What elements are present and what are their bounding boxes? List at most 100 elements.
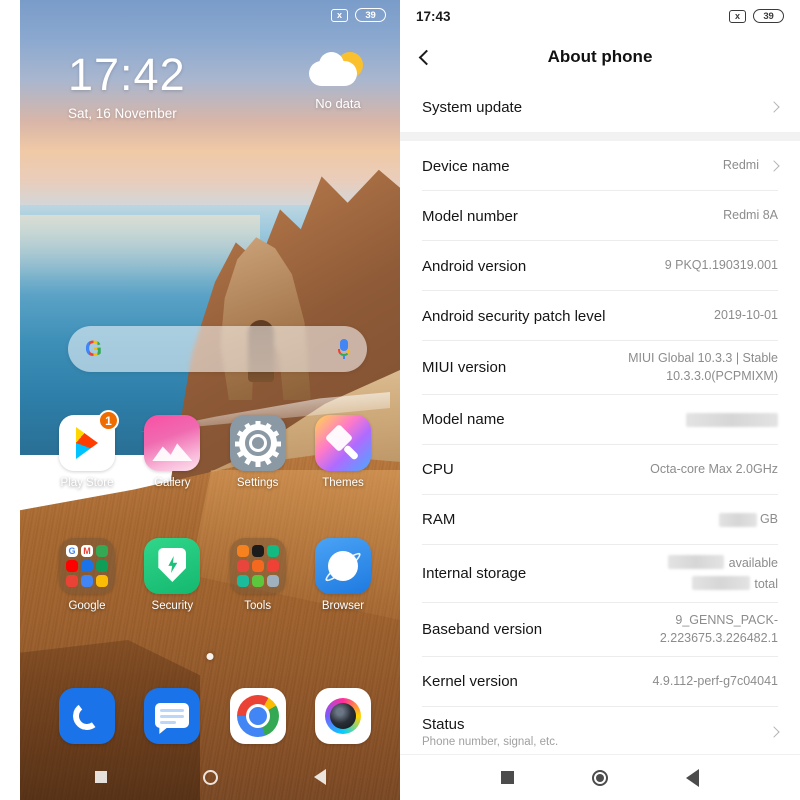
app-label: Themes (322, 477, 364, 489)
row-label: Internal storage (422, 565, 527, 583)
app-label: Google (68, 600, 106, 612)
row-system-update[interactable]: System update (400, 82, 800, 132)
row-value-total: total (754, 577, 778, 592)
google-search-bar[interactable]: G (68, 326, 367, 372)
page-indicator-dot[interactable] (206, 653, 214, 660)
row-status[interactable]: Status Phone number, signal, etc. (400, 707, 800, 757)
home-circle-icon[interactable] (592, 769, 608, 786)
tools-folder-icon (229, 538, 286, 594)
back-triangle-icon[interactable] (686, 768, 699, 787)
row-baseband-version[interactable]: Baseband version 9_GENNS_PACK- 2.223675.… (400, 603, 800, 657)
no-sim-glyph: x (336, 9, 342, 20)
app-label: Settings (236, 477, 279, 489)
screenshot-root: x 39 17:42 Sat, 16 November No data G 1 (0, 0, 800, 800)
no-sim-icon: x (331, 8, 348, 22)
left-navigation-bar (20, 760, 400, 794)
about-phone-list: System update Device name Redmi Model nu… (400, 82, 800, 757)
app-camera[interactable] (308, 688, 378, 744)
row-label: Status (422, 715, 465, 733)
app-themes[interactable]: Themes (308, 415, 378, 490)
row-label-kernel: Kernel version (422, 673, 518, 690)
app-dock (52, 688, 378, 744)
row-label: Baseband version (422, 621, 543, 639)
google-logo-icon: G (85, 336, 103, 361)
app-messages[interactable] (137, 688, 207, 744)
app-label: Play Store (60, 477, 114, 489)
row-label: CPU (422, 461, 454, 478)
row-value-unit: GB (759, 511, 778, 526)
app-security[interactable]: Security (137, 538, 207, 613)
app-browser[interactable]: Browser (308, 538, 378, 613)
lockscreen-clock: 17:42 Sat, 16 November (68, 52, 186, 121)
section-divider (400, 132, 800, 141)
app-chrome[interactable] (223, 688, 293, 744)
row-value: MIUI Global 10.3.3 | Stable 10.3.3.0(PCP… (628, 351, 778, 383)
microphone-icon[interactable] (338, 339, 350, 359)
row-internal-storage[interactable]: Internal storage available total (400, 545, 800, 603)
folder-google[interactable]: G M Google (52, 538, 122, 613)
row-label: Model name (422, 411, 505, 428)
back-button[interactable] (400, 32, 452, 82)
row-value: Redmi 8A (723, 208, 778, 223)
left-phone-home-screen: x 39 17:42 Sat, 16 November No data G 1 (20, 0, 400, 800)
row-label: RAM (422, 511, 456, 528)
chevron-right-icon (768, 160, 780, 172)
app-label: Tools (244, 600, 272, 612)
no-sim-glyph: x (734, 10, 740, 21)
folder-tools[interactable]: Tools (223, 538, 293, 613)
row-model-number[interactable]: Model number Redmi 8A (400, 191, 800, 241)
google-folder-icon: G M (59, 538, 115, 594)
app-label: Gallery (154, 477, 191, 489)
app-bar: About phone (400, 32, 800, 82)
no-sim-icon: x (729, 9, 746, 23)
recents-square-icon[interactable] (501, 771, 514, 784)
notification-badge: 1 (98, 410, 119, 431)
row-label: System update (422, 98, 523, 116)
right-navigation-bar (400, 754, 800, 800)
weather-widget[interactable]: No data (300, 52, 376, 111)
app-label: Security (151, 600, 194, 612)
row-security-patch[interactable]: Android security patch level 2019-10-01 (400, 291, 800, 341)
battery-indicator: 39 (753, 9, 784, 23)
weather-status-text: No data (315, 96, 361, 111)
row-device-name[interactable]: Device name Redmi (400, 141, 800, 191)
redacted-value (668, 554, 725, 569)
status-time: 17:43 (416, 8, 451, 24)
recents-square-icon[interactable] (94, 771, 107, 783)
app-settings[interactable]: Settings (223, 415, 293, 490)
row-value: Octa-core Max 2.0GHz (650, 461, 778, 476)
chevron-right-icon (768, 101, 780, 113)
app-label: Browser (321, 600, 365, 612)
row-value: Redmi (722, 158, 759, 173)
page-title: About phone (547, 47, 653, 66)
row-ram[interactable]: RAM GB (400, 495, 800, 545)
row-kernel-version[interactable]: 4.9.112-perf-g7c04041 Kernel version 4.9… (400, 657, 800, 707)
sun-behind-cloud-icon (309, 52, 367, 88)
row-model-name[interactable]: Model name (400, 395, 800, 445)
redacted-value (718, 512, 757, 527)
app-grid-row-1: 1 Play Store Gallery Settings Themes (52, 410, 378, 490)
right-phone-about-screen: 17:43 x 39 About phone System update Dev… (400, 0, 800, 800)
row-value: 9 PKQ1.190319.001 (664, 258, 778, 273)
redacted-value (691, 576, 750, 591)
app-grid-row-2: G M Google Security Tools Browser (52, 538, 378, 613)
row-value: 2019-10-01 (714, 308, 778, 323)
row-label: MIUI version (422, 359, 507, 377)
row-sublabel: Phone number, signal, etc. (422, 735, 559, 748)
clock-date: Sat, 16 November (68, 106, 177, 121)
back-chevron-icon (418, 49, 434, 65)
row-value-available: available (728, 555, 778, 570)
home-circle-icon[interactable] (202, 769, 218, 785)
row-cpu[interactable]: CPU Octa-core Max 2.0GHz (400, 445, 800, 495)
redacted-value (686, 412, 778, 427)
row-label: Model number (422, 207, 518, 225)
app-gallery[interactable]: Gallery (137, 415, 207, 490)
row-android-version[interactable]: Android version 9 PKQ1.190319.001 (400, 241, 800, 291)
row-label: Android security patch level (422, 307, 606, 325)
row-miui-version[interactable]: MIUI version MIUI Global 10.3.3 | Stable… (400, 341, 800, 395)
back-triangle-icon[interactable] (313, 769, 326, 785)
battery-indicator: 39 (355, 8, 386, 22)
chevron-right-icon (768, 725, 780, 738)
app-play-store[interactable]: 1 Play Store (52, 410, 122, 490)
app-phone[interactable] (52, 688, 122, 744)
